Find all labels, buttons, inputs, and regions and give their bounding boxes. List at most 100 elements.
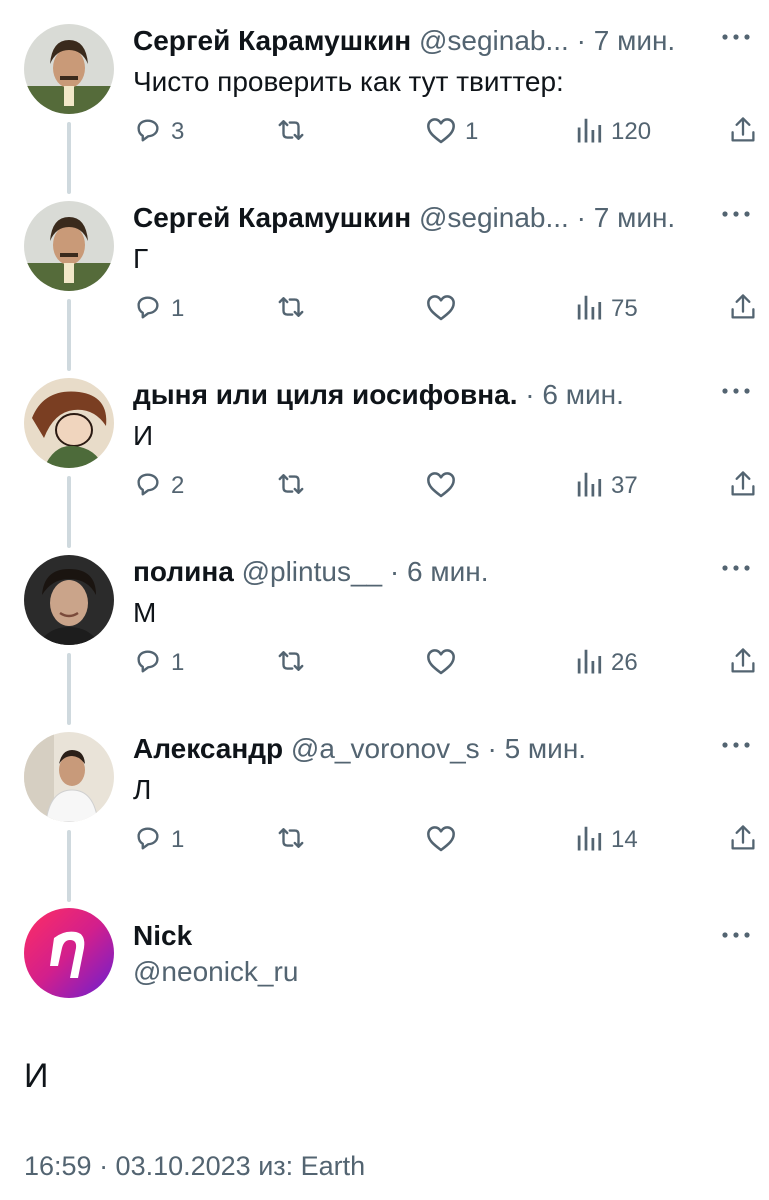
- author-name[interactable]: дыня или циля иосифовна.: [133, 379, 517, 410]
- separator-dot: ·: [487, 733, 497, 764]
- tweet-time[interactable]: 7 мин.: [594, 202, 675, 233]
- like-button[interactable]: [425, 820, 465, 860]
- reply-icon: [133, 823, 163, 858]
- views-button[interactable]: 37: [575, 466, 638, 506]
- thread-tweet[interactable]: Александр @a_voronov_s · 5 мин. Л 1 14: [0, 708, 769, 902]
- reply-count: 1: [171, 826, 185, 853]
- like-icon: [425, 292, 457, 327]
- author-handle[interactable]: @seginab...: [419, 25, 569, 56]
- views-icon: [575, 469, 603, 504]
- tweet-actions: 1 26: [133, 643, 763, 683]
- avatar[interactable]: [24, 24, 114, 114]
- reply-button[interactable]: 1: [133, 643, 184, 683]
- tweet-header: дыня или циля иосифовна. · 6 мин.: [133, 378, 699, 412]
- retweet-button[interactable]: [273, 112, 317, 152]
- retweet-icon: [273, 823, 309, 858]
- views-icon: [575, 115, 603, 150]
- tweet-actions: 2 37: [133, 466, 763, 506]
- retweet-button[interactable]: [273, 466, 317, 506]
- tweet-time[interactable]: 5 мин.: [505, 733, 586, 764]
- retweet-icon: [273, 292, 309, 327]
- reply-icon: [133, 115, 163, 150]
- separator-dot: ·: [576, 25, 586, 56]
- views-count: 14: [611, 826, 638, 853]
- thread-tweet[interactable]: полина @plintus__ · 6 мин. М 1 26: [0, 531, 769, 725]
- retweet-button[interactable]: [273, 820, 317, 860]
- author-handle[interactable]: @plintus__: [242, 556, 383, 587]
- like-button[interactable]: [425, 643, 465, 683]
- retweet-button[interactable]: [273, 289, 317, 329]
- reply-button[interactable]: 1: [133, 820, 184, 860]
- author-handle[interactable]: @neonick_ru: [133, 954, 298, 990]
- author-name[interactable]: Сергей Карамушкин: [133, 202, 411, 233]
- tweet-time[interactable]: 7 мин.: [594, 25, 675, 56]
- more-icon[interactable]: [719, 553, 753, 583]
- tweet-actions: 1 14: [133, 820, 763, 860]
- like-icon: [425, 469, 457, 504]
- more-icon[interactable]: [719, 376, 753, 406]
- share-icon: [729, 646, 757, 681]
- more-icon[interactable]: [719, 199, 753, 229]
- tweet-text: Чисто проверить как тут твиттер:: [133, 66, 564, 97]
- avatar[interactable]: [24, 378, 114, 468]
- avatar[interactable]: [24, 555, 114, 645]
- reply-icon: [133, 292, 163, 327]
- reply-button[interactable]: 2: [133, 466, 184, 506]
- avatar[interactable]: [24, 732, 114, 822]
- share-icon: [729, 823, 757, 858]
- more-icon[interactable]: [719, 730, 753, 760]
- views-button[interactable]: 26: [575, 643, 638, 683]
- views-button[interactable]: 14: [575, 820, 638, 860]
- author-name[interactable]: Nick: [133, 918, 192, 954]
- views-icon: [575, 823, 603, 858]
- like-button[interactable]: [425, 289, 465, 329]
- author-handle[interactable]: @a_voronov_s: [291, 733, 480, 764]
- separator-dot: ·: [389, 556, 400, 587]
- tweet-header: Сергей Карамушкин @seginab... · 7 мин.: [133, 201, 699, 235]
- thread-tweet[interactable]: Сергей Карамушкин @seginab... · 7 мин. Ч…: [0, 0, 769, 194]
- author-name[interactable]: полина: [133, 556, 234, 587]
- tweet-text: И: [24, 1057, 49, 1095]
- share-icon: [729, 292, 757, 327]
- like-button[interactable]: [425, 466, 465, 506]
- reply-button[interactable]: 3: [133, 112, 184, 152]
- avatar[interactable]: [24, 908, 114, 998]
- tweet-header: Сергей Карамушкин @seginab... · 7 мин.: [133, 24, 699, 58]
- share-button[interactable]: [729, 643, 757, 683]
- like-icon: [425, 823, 457, 858]
- views-count: 26: [611, 649, 638, 676]
- author-handle[interactable]: @seginab...: [419, 202, 569, 233]
- views-count: 120: [611, 118, 652, 145]
- tweet-meta: 16:59 · 03.10.2023 из: Earth: [24, 1151, 366, 1181]
- main-tweet: Nick @neonick_ru И 16:59 · 03.10.2023 из…: [0, 890, 769, 1200]
- more-icon[interactable]: [719, 920, 753, 950]
- views-button[interactable]: 75: [575, 289, 638, 329]
- retweet-button[interactable]: [273, 643, 317, 683]
- share-button[interactable]: [729, 289, 757, 329]
- reply-icon: [133, 646, 163, 681]
- tweet-text: И: [133, 420, 154, 451]
- more-icon[interactable]: [719, 22, 753, 52]
- views-icon: [575, 292, 603, 327]
- like-button[interactable]: 1: [425, 112, 478, 152]
- reply-count: 1: [171, 649, 185, 676]
- retweet-icon: [273, 646, 309, 681]
- thread-tweet[interactable]: Сергей Карамушкин @seginab... · 7 мин. Г…: [0, 177, 769, 371]
- retweet-icon: [273, 469, 309, 504]
- views-button[interactable]: 120: [575, 112, 651, 152]
- tweet-text: Г: [133, 243, 149, 274]
- tweet-time[interactable]: 6 мин.: [542, 379, 623, 410]
- author-name[interactable]: Александр: [133, 733, 283, 764]
- thread-tweet[interactable]: дыня или циля иосифовна. · 6 мин. И 2 37: [0, 354, 769, 548]
- share-icon: [729, 115, 757, 150]
- avatar[interactable]: [24, 201, 114, 291]
- share-button[interactable]: [729, 112, 757, 152]
- tweet-time[interactable]: 6 мин.: [407, 556, 488, 587]
- share-button[interactable]: [729, 820, 757, 860]
- like-count: 1: [465, 118, 479, 145]
- reply-button[interactable]: 1: [133, 289, 184, 329]
- author-name[interactable]: Сергей Карамушкин: [133, 25, 411, 56]
- reply-icon: [133, 469, 163, 504]
- reply-count: 1: [171, 295, 185, 322]
- share-button[interactable]: [729, 466, 757, 506]
